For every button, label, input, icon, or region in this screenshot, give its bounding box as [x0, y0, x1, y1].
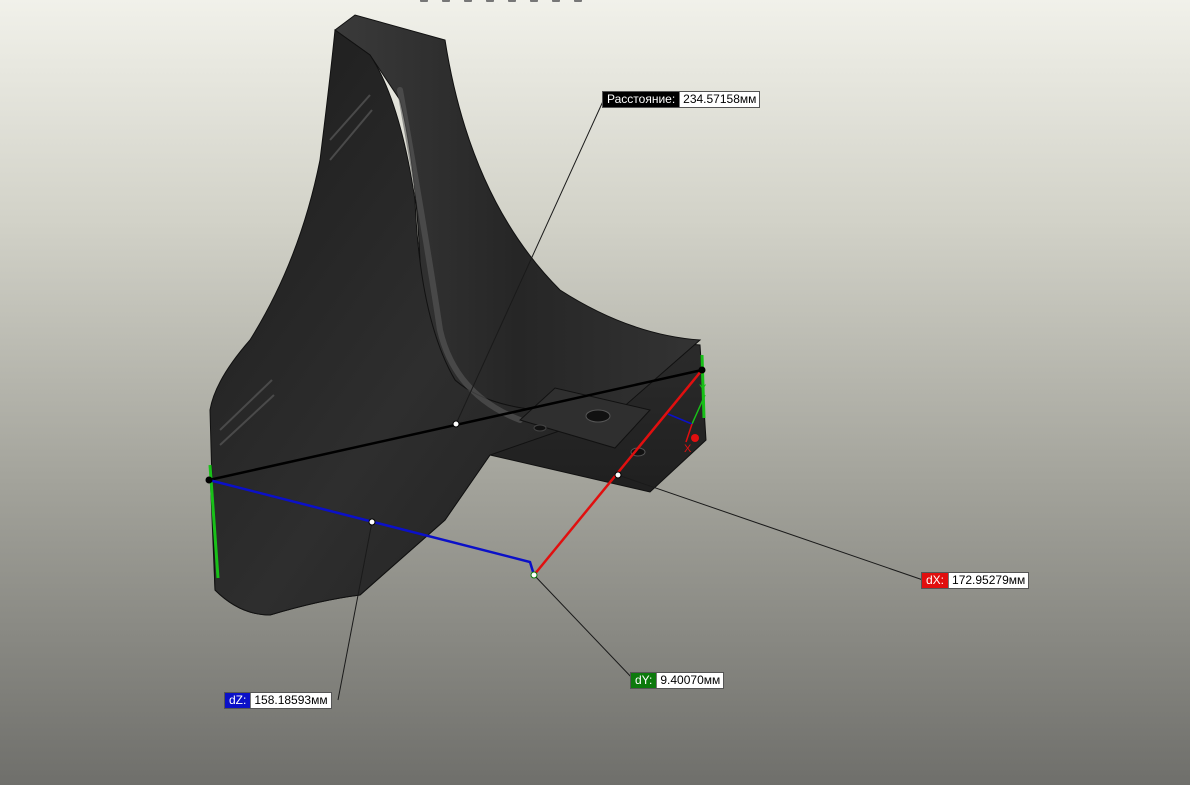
endpoint-marker [205, 476, 213, 484]
midpoint-marker [614, 471, 622, 479]
endpoint-marker [698, 366, 706, 374]
dz-value: 158.18593мм [250, 693, 331, 708]
mounting-hole [585, 409, 611, 423]
dy-value: 9.40070мм [656, 673, 724, 688]
midpoint-marker [530, 571, 538, 579]
distance-callout[interactable]: Расстояние: 234.57158мм [602, 91, 761, 108]
dx-label: dX: [922, 573, 949, 588]
model-canvas[interactable]: Y X [0, 0, 1190, 785]
dy-callout[interactable]: dY: 9.40070мм [630, 672, 725, 689]
3d-viewport[interactable]: Y X Расстояние: 234.57158мм dX: 172.9527… [0, 0, 1190, 785]
dy-label: dY: [631, 673, 657, 688]
axis-y-label: Y [699, 383, 707, 395]
dx-callout[interactable]: dX: 172.95279мм [921, 572, 1030, 589]
dz-label: dZ: [225, 693, 251, 708]
dx-value: 172.95279мм [948, 573, 1029, 588]
midpoint-marker [452, 420, 460, 428]
axis-x-label: X [684, 443, 692, 455]
dz-callout[interactable]: dZ: 158.18593мм [224, 692, 332, 709]
distance-value: 234.57158мм [679, 92, 760, 107]
midpoint-marker [368, 518, 376, 526]
mounting-hole [533, 424, 547, 432]
distance-label: Расстояние: [603, 92, 680, 107]
